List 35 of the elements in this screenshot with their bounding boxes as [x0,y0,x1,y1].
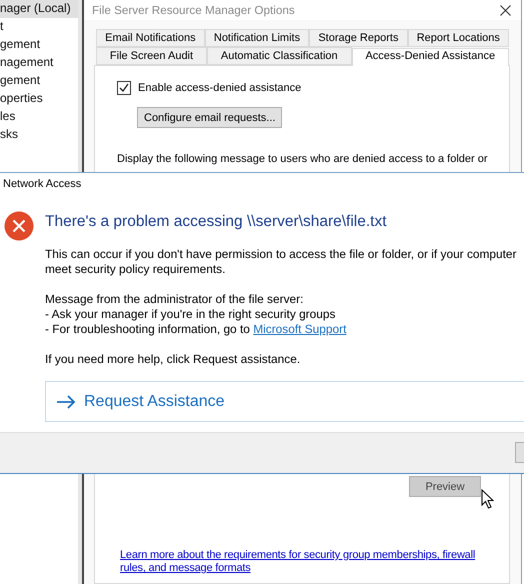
preview-button[interactable]: Preview [409,476,481,497]
message-prompt: Display the following message to users who are denied access to a folder or [117,153,488,165]
dialog-title: Network Access [2,177,82,192]
checkbox[interactable] [117,81,131,95]
admin-message-line: - Ask your manager if you're in the right security groups [45,307,336,322]
help-link[interactable]: Learn more about the requirements for security group memberships, firewall rules, and message formats [120,549,476,575]
tab[interactable]: Storage Reports [309,29,408,47]
tab[interactable]: Automatic Classification [206,47,352,65]
close-icon[interactable] [500,4,511,16]
configure-button[interactable]: Configure email requests... [137,107,282,128]
tab[interactable]: Email Notifications [96,29,205,47]
tab[interactable]: Report Locations [408,29,510,47]
tab[interactable]: Notification Limits [204,29,310,47]
tree-item[interactable]: gement [0,72,48,90]
arrow-right-icon [56,394,76,408]
tree-item[interactable]: gement [0,36,48,54]
tab[interactable]: Access-Denied Assistance [352,48,509,66]
tab[interactable]: File Screen Audit [96,47,207,65]
error-icon [4,211,34,241]
request-assistance-button[interactable]: Request Assistance [45,381,524,422]
tree-item[interactable]: operties [0,90,51,108]
tree-item[interactable]: les [0,108,24,126]
checkbox-label: Enable access-denied assistance [138,82,302,94]
admin-message-intro: Message from the administrator of the file server: [45,292,304,307]
admin-message-line: - For troubleshooting information, go to [45,322,250,336]
tree-item[interactable]: nager (Local) [0,0,78,18]
explanation-text: This can occur if you don't have permission to access the file or folder, or if your computer meet security policy requirements. [45,247,518,277]
tree-item[interactable]: sks [0,126,26,144]
tree-item[interactable]: nagement [0,54,62,72]
support-link[interactable]: Microsoft Support [253,322,346,336]
tree-item[interactable]: t [0,18,12,36]
mouse-pointer-icon [481,489,494,509]
help-text: If you need more help, click Request assistance. [45,352,302,367]
error-heading: There's a problem accessing \\server\share\file.txt [45,213,388,231]
window-title: File Server Resource Manager Options [92,4,295,16]
